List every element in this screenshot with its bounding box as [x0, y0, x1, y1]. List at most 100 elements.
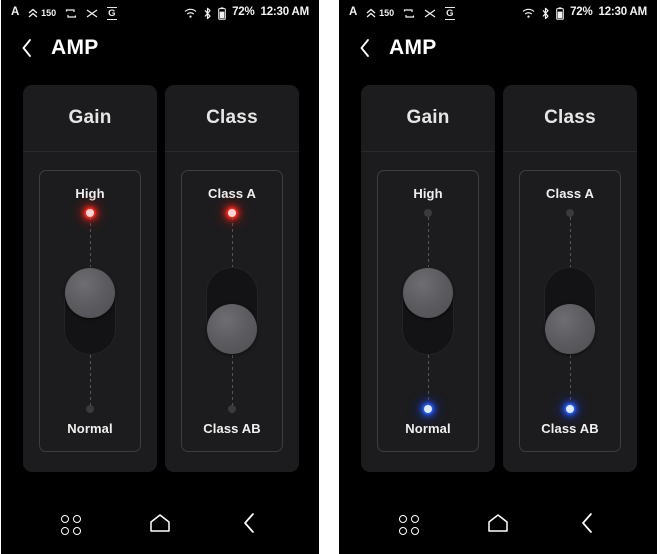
class-toggle[interactable] [544, 267, 596, 355]
card-gain-title: Gain [68, 107, 112, 128]
status-bar: A 150 G 72% 12:30 AM [1, 0, 319, 26]
class-switch-mid [182, 200, 282, 422]
gain-top-led [86, 209, 94, 217]
class-switch-mid [520, 200, 620, 422]
card-class: Class Class A Class AB [503, 85, 637, 472]
back-chevron-icon[interactable] [21, 38, 33, 58]
battery-percent-label: 72% [232, 6, 255, 19]
wifi-icon [184, 8, 197, 19]
card-gain-header: Gain [361, 85, 495, 152]
title-bar: AMP [1, 26, 319, 70]
class-bottom-dash [231, 355, 233, 405]
class-toggle-knob[interactable] [207, 304, 257, 354]
page-title: AMP [51, 36, 99, 59]
navigation-bar [339, 496, 657, 554]
recents-button[interactable] [382, 505, 436, 545]
card-gain-body: High Normal [23, 152, 157, 472]
battery-percent-label: 72% [570, 6, 593, 19]
recents-button[interactable] [44, 505, 98, 545]
battery-icon [556, 6, 564, 20]
class-top-led [566, 209, 574, 217]
clock-label: 12:30 AM [598, 6, 648, 19]
card-class-title: Class [544, 107, 596, 128]
back-icon [580, 512, 594, 539]
class-top-led [228, 209, 236, 217]
class-toggle-knob[interactable] [545, 304, 595, 354]
repeat-icon [403, 8, 415, 19]
home-button[interactable] [133, 505, 187, 545]
class-toggle[interactable] [206, 267, 258, 355]
battery-icon [218, 6, 226, 20]
class-top-label: Class A [208, 186, 256, 201]
font-size-icon: A [349, 6, 358, 19]
gain-switch-mid [378, 200, 478, 422]
gain-switch-panel[interactable]: High Normal [377, 170, 479, 452]
gain-top-led [424, 209, 432, 217]
phone-screen-right: A 150 G 72% 12:30 AM AMP Gain High Norma… [339, 0, 657, 554]
gain-bottom-dash [89, 355, 91, 405]
recents-icon [399, 515, 420, 535]
gain-toggle-knob[interactable] [65, 268, 115, 318]
gain-toggle[interactable] [64, 267, 116, 355]
gain-top-dash [427, 217, 429, 267]
settings-content: Gain High Normal Class Class A Class AB [339, 70, 657, 496]
volume-level-label: 150 [41, 7, 57, 18]
equalizer-g-icon: G [107, 6, 117, 20]
gain-bottom-led [86, 405, 94, 413]
gain-bottom-led [424, 405, 432, 413]
home-icon [487, 513, 509, 538]
class-top-dash [569, 217, 571, 267]
home-icon [149, 513, 171, 538]
class-top-label: Class A [546, 186, 594, 201]
card-class-header: Class [503, 85, 637, 152]
equalizer-g-icon: G [445, 6, 455, 20]
back-icon [242, 512, 256, 539]
status-bar-left-icons: A 150 G [11, 6, 117, 20]
class-top-dash [231, 217, 233, 267]
status-bar-right-icons: 72% 12:30 AM [184, 7, 309, 20]
card-class-header: Class [165, 85, 299, 152]
recents-icon [61, 515, 82, 535]
shuffle-icon [424, 8, 436, 19]
card-gain-body: High Normal [361, 152, 495, 472]
class-bottom-label: Class AB [203, 421, 261, 436]
page-title: AMP [389, 36, 437, 59]
back-chevron-icon[interactable] [359, 38, 371, 58]
gain-top-dash [89, 217, 91, 267]
card-class-body: Class A Class AB [165, 152, 299, 472]
class-bottom-label: Class AB [541, 421, 599, 436]
navigation-bar [1, 496, 319, 554]
class-bottom-dash [569, 355, 571, 405]
settings-content: Gain High Normal Class Class A Class AB [1, 70, 319, 496]
card-class-title: Class [206, 107, 258, 128]
card-gain: Gain High Normal [23, 85, 157, 472]
class-switch-panel[interactable]: Class A Class AB [181, 170, 283, 452]
clock-label: 12:30 AM [260, 6, 310, 19]
gain-toggle[interactable] [402, 267, 454, 355]
gain-bottom-label: Normal [405, 421, 451, 436]
gain-toggle-knob[interactable] [403, 268, 453, 318]
gain-top-label: High [413, 186, 443, 201]
volume-level-label: 150 [379, 7, 395, 18]
shuffle-icon [86, 8, 98, 19]
screenshot-pair: A 150 G 72% 12:30 AM AMP Gain High Norma… [0, 0, 660, 554]
home-button[interactable] [471, 505, 525, 545]
phone-screen-left: A 150 G 72% 12:30 AM AMP Gain High Norma… [1, 0, 319, 554]
volume-chevron-icon [28, 8, 38, 19]
card-gain-title: Gain [406, 107, 450, 128]
font-size-icon: A [11, 6, 20, 19]
gain-bottom-label: Normal [67, 421, 113, 436]
gain-bottom-dash [427, 355, 429, 405]
class-bottom-led [228, 405, 236, 413]
title-bar: AMP [339, 26, 657, 70]
gain-switch-panel[interactable]: High Normal [39, 170, 141, 452]
back-button[interactable] [560, 505, 614, 545]
volume-chevron-icon [366, 8, 376, 19]
class-switch-panel[interactable]: Class A Class AB [519, 170, 621, 452]
class-bottom-led [566, 405, 574, 413]
card-class: Class Class A Class AB [165, 85, 299, 472]
back-button[interactable] [222, 505, 276, 545]
status-bar-right-icons: 72% 12:30 AM [522, 7, 647, 20]
wifi-icon [522, 8, 535, 19]
card-class-body: Class A Class AB [503, 152, 637, 472]
